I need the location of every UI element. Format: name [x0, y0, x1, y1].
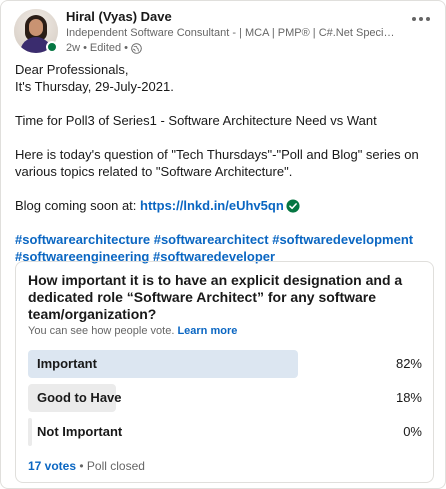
poll-option-percent: 18% — [395, 390, 422, 405]
more-options-icon[interactable] — [410, 11, 432, 27]
poll-visibility-note: You can see how people vote. Learn more — [28, 325, 237, 337]
blog-line: Blog coming soon at: https://lnkd.in/eUh… — [15, 197, 433, 214]
post-line: Dear Professionals, — [15, 62, 129, 77]
poll-result-bar — [28, 418, 32, 446]
globe-icon — [131, 42, 142, 54]
poll-option-label: Important — [37, 356, 97, 371]
online-status-icon — [46, 41, 58, 53]
poll: How important it is to have an explicit … — [15, 261, 434, 483]
post-card: Hiral (Vyas) Dave Independent Software C… — [0, 0, 446, 489]
poll-note-text: You can see how people vote. — [28, 325, 175, 337]
separator-dot: • — [83, 42, 87, 54]
poll-option[interactable]: Not Important 0% — [28, 418, 422, 446]
poll-votes-count[interactable]: 17 votes — [28, 459, 76, 473]
poll-footer: 17 votes • Poll closed — [28, 459, 145, 473]
post-age: 2w — [66, 42, 81, 54]
author-name[interactable]: Hiral (Vyas) Dave — [66, 9, 396, 25]
post-line: Here is today's question of "Tech Thursd… — [15, 147, 419, 179]
learn-more-link[interactable]: Learn more — [177, 325, 237, 337]
poll-option-percent: 82% — [395, 356, 422, 371]
author-headline: Independent Software Consultant - | MCA … — [66, 27, 396, 39]
post-text: Dear Professionals, It's Thursday, 29-Ju… — [15, 61, 433, 265]
hashtags[interactable]: #softwarearchitecture #softwarearchitect… — [15, 231, 433, 248]
blog-link[interactable]: https://lnkd.in/eUhv5qn — [140, 198, 284, 213]
post-line: It's Thursday, 29-July-2021. — [15, 79, 174, 94]
blog-prefix: Blog coming soon at: — [15, 198, 141, 213]
poll-question: How important it is to have an explicit … — [28, 272, 403, 322]
poll-status: • Poll closed — [79, 459, 145, 473]
edited-label: Edited — [89, 42, 122, 54]
poll-option-label: Not Important — [37, 424, 123, 439]
poll-option[interactable]: Important 82% — [28, 350, 422, 378]
post-line: Time for Poll3 of Series1 - Software Arc… — [15, 113, 377, 128]
poll-option-label: Good to Have — [37, 390, 122, 405]
post-header: Hiral (Vyas) Dave Independent Software C… — [14, 9, 432, 57]
post-timestamp: 2w • Edited • — [66, 41, 396, 55]
poll-option-percent: 0% — [403, 424, 422, 439]
poll-option[interactable]: Good to Have 18% — [28, 384, 422, 412]
verified-check-icon — [286, 199, 300, 213]
author-meta: Hiral (Vyas) Dave Independent Software C… — [66, 9, 396, 55]
separator-dot: • — [124, 42, 128, 54]
